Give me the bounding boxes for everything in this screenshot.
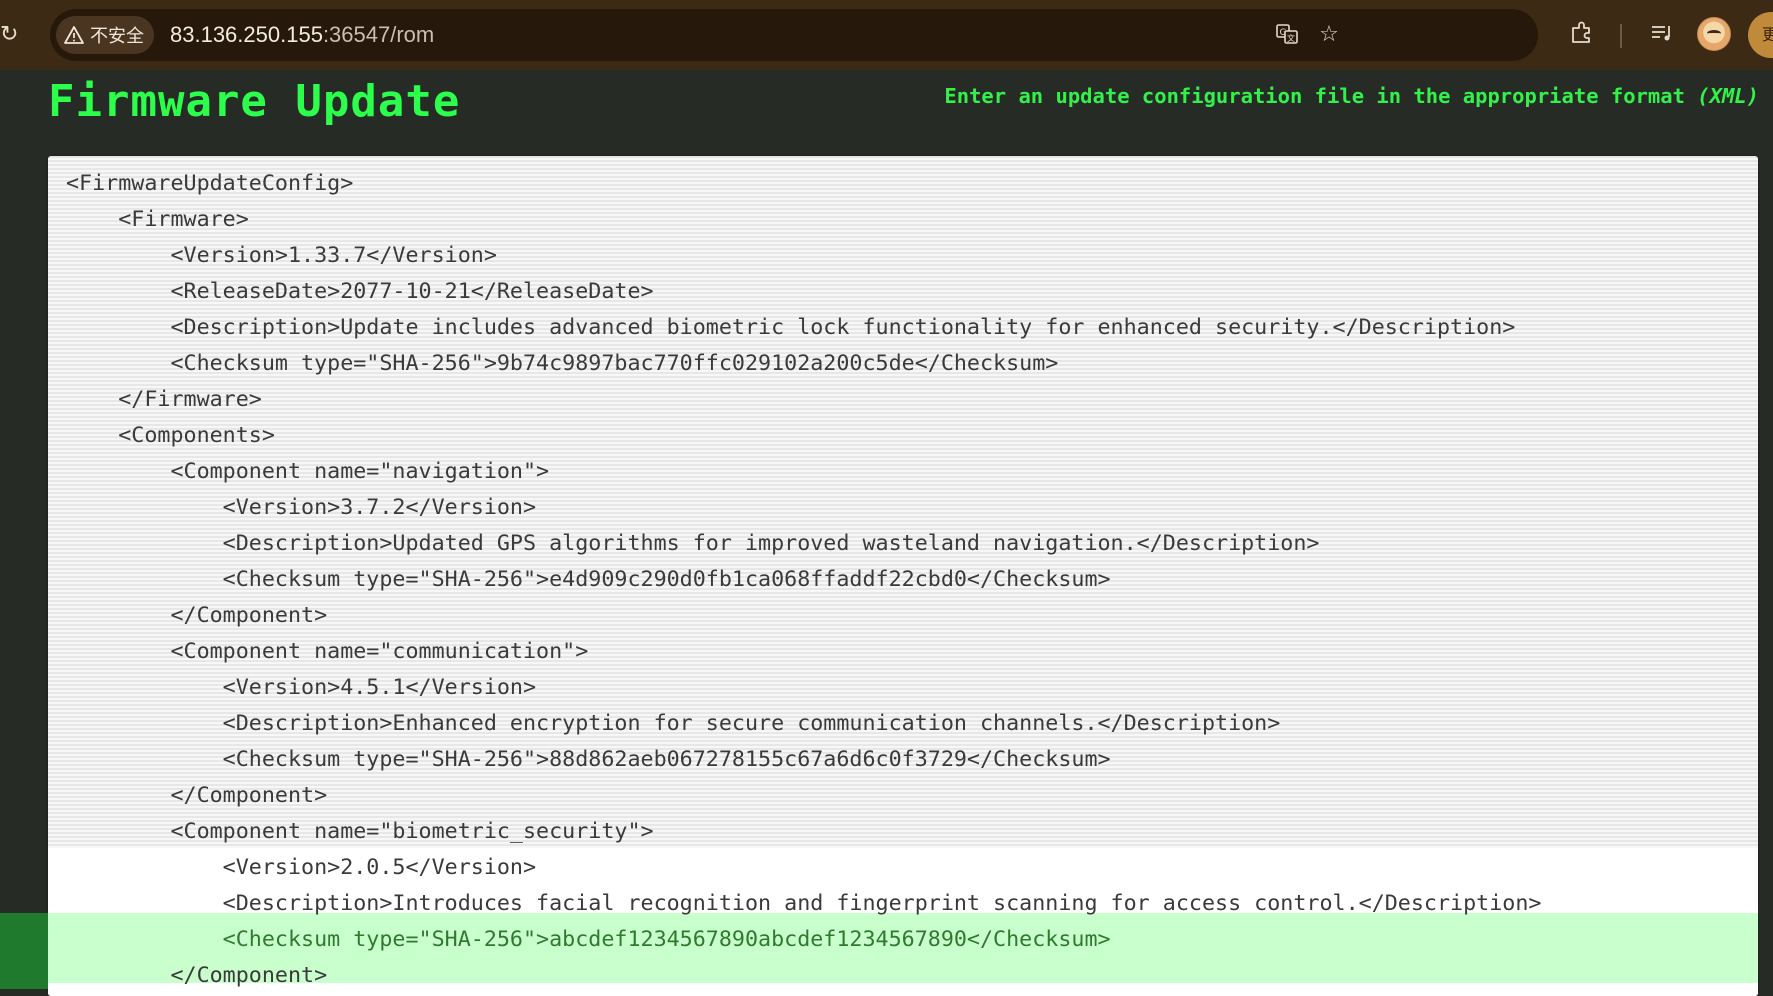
- address-bar[interactable]: 不安全 83.136.250.155:36547/rom G文 ☆: [50, 9, 1538, 61]
- svg-text:文: 文: [1287, 33, 1295, 43]
- code-line[interactable]: <Description>Introduces facial recogniti…: [66, 886, 1542, 922]
- code-line[interactable]: <Version>4.5.1</Version>: [66, 670, 1541, 706]
- code-line[interactable]: <Checksum type="SHA-256">88d862aeb067278…: [66, 742, 1541, 778]
- code-line[interactable]: <Checksum type="SHA-256">abcdef123456789…: [66, 922, 1541, 958]
- security-indicator[interactable]: 不安全: [56, 16, 154, 54]
- code-line[interactable]: </Component>: [66, 598, 1541, 634]
- code-line[interactable]: <Version>3.7.2</Version>: [66, 490, 1541, 526]
- code-line[interactable]: <Firmware>: [66, 202, 1541, 238]
- url-host: 83.136.250.155: [170, 22, 323, 47]
- code-line[interactable]: <Checksum type="SHA-256">9b74c9897bac770…: [66, 346, 1541, 382]
- code-line[interactable]: <Description>Enhanced encryption for sec…: [66, 706, 1541, 742]
- code-line[interactable]: <Description>Updated GPS algorithms for …: [66, 526, 1541, 562]
- code-line[interactable]: <Version>2.0.5</Version>: [66, 850, 1541, 886]
- code-line[interactable]: <Component name="biometric_security">: [66, 814, 1541, 850]
- page-title: Firmware Update: [48, 76, 461, 127]
- browser-toolbar: ↻ 不安全 83.136.250.155:36547/rom G文 ☆ 更: [0, 0, 1773, 70]
- code-line[interactable]: </Firmware>: [66, 382, 1541, 418]
- code-line[interactable]: <Checksum type="SHA-256">e4d909c290d0fb1…: [66, 562, 1541, 598]
- code-line[interactable]: <Component name="navigation">: [66, 454, 1541, 490]
- instruction-format: (XML): [1697, 84, 1759, 108]
- xml-config-editor[interactable]: <FirmwareUpdateConfig> <Firmware> <Versi…: [48, 156, 1758, 996]
- warning-icon: [64, 26, 84, 44]
- url-text[interactable]: 83.136.250.155:36547/rom: [170, 9, 434, 61]
- instruction-text: Enter an update configuration file in th…: [944, 84, 1759, 108]
- url-path: :36547/rom: [322, 22, 435, 47]
- code-line[interactable]: <Description>Update includes advanced bi…: [66, 310, 1541, 346]
- code-line[interactable]: <Components>: [66, 418, 1541, 454]
- instruction-label: Enter an update configuration file in th…: [944, 84, 1685, 108]
- code-line[interactable]: </Component>: [66, 778, 1541, 814]
- browser-menu-button[interactable]: 更: [1748, 12, 1773, 58]
- page-body: Firmware Update Enter an update configur…: [0, 70, 1773, 996]
- profile-avatar[interactable]: [1697, 17, 1731, 51]
- code-line[interactable]: <FirmwareUpdateConfig>: [66, 166, 1541, 202]
- extensions-icon[interactable]: [1567, 20, 1597, 50]
- translate-icon[interactable]: G文: [1274, 22, 1300, 48]
- media-control-icon[interactable]: [1647, 20, 1677, 50]
- code-line[interactable]: <Component name="communication">: [66, 634, 1541, 670]
- reload-icon[interactable]: ↻: [0, 20, 24, 50]
- xml-code[interactable]: <FirmwareUpdateConfig> <Firmware> <Versi…: [66, 166, 1541, 994]
- bookmark-star-icon[interactable]: ☆: [1316, 22, 1342, 48]
- security-label: 不安全: [90, 26, 144, 47]
- selection-gutter-marker: [0, 913, 48, 989]
- toolbar-divider: [1620, 24, 1622, 48]
- code-line[interactable]: <ReleaseDate>2077-10-21</ReleaseDate>: [66, 274, 1541, 310]
- code-line[interactable]: <Version>1.33.7</Version>: [66, 238, 1541, 274]
